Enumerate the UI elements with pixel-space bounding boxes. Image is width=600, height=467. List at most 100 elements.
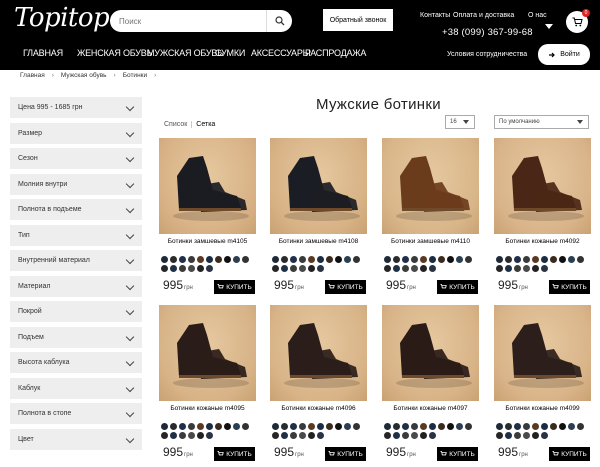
filter-type[interactable]: Тип <box>10 224 142 246</box>
color-swatch[interactable] <box>233 256 240 263</box>
product-card[interactable]: Ботинки замшевые m4105 995грн КУПИТЬ <box>159 138 256 298</box>
color-swatch[interactable] <box>541 432 548 439</box>
buy-button[interactable]: КУПИТЬ <box>214 447 255 461</box>
product-name[interactable]: Ботинки кожаные m4092 <box>494 238 591 248</box>
sort-select[interactable]: По умолчанию <box>494 115 589 129</box>
color-swatch[interactable] <box>317 256 324 263</box>
color-swatch[interactable] <box>514 423 521 430</box>
color-swatch[interactable] <box>559 256 566 263</box>
product-name[interactable]: Ботинки кожаные m4099 <box>494 405 591 415</box>
color-swatch[interactable] <box>242 423 249 430</box>
color-swatch[interactable] <box>179 265 186 272</box>
phone-number[interactable]: +38 (099) 367-99-68 <box>442 27 533 38</box>
color-swatch[interactable] <box>290 432 297 439</box>
color-swatch[interactable] <box>272 432 279 439</box>
color-swatch[interactable] <box>496 432 503 439</box>
color-swatch[interactable] <box>550 423 557 430</box>
product-photo[interactable] <box>159 305 256 401</box>
color-swatch[interactable] <box>420 256 427 263</box>
color-swatch[interactable] <box>206 256 213 263</box>
color-swatch[interactable] <box>308 265 315 272</box>
color-swatch[interactable] <box>206 265 213 272</box>
search-input[interactable] <box>110 10 266 32</box>
buy-button[interactable]: КУПИТЬ <box>549 447 590 461</box>
color-swatch[interactable] <box>523 265 530 272</box>
color-swatch[interactable] <box>197 265 204 272</box>
link-about[interactable]: О нас <box>528 12 547 19</box>
color-swatch[interactable] <box>326 256 333 263</box>
link-payment-delivery[interactable]: Оплата и доставка <box>453 12 514 19</box>
color-swatch[interactable] <box>465 423 472 430</box>
color-swatch[interactable] <box>326 423 333 430</box>
product-card[interactable]: Ботинки кожаные m4095 995грн КУПИТЬ <box>159 305 256 465</box>
color-swatch[interactable] <box>308 423 315 430</box>
color-swatch[interactable] <box>402 423 409 430</box>
buy-button[interactable]: КУПИТЬ <box>437 280 478 294</box>
color-swatch[interactable] <box>514 265 521 272</box>
product-photo[interactable] <box>159 138 256 234</box>
color-swatch[interactable] <box>541 265 548 272</box>
per-page-select[interactable]: 16 <box>445 115 475 129</box>
color-swatch[interactable] <box>447 423 454 430</box>
color-swatch[interactable] <box>402 256 409 263</box>
color-swatch[interactable] <box>532 265 539 272</box>
color-swatch[interactable] <box>170 265 177 272</box>
color-swatch[interactable] <box>577 256 584 263</box>
color-swatch[interactable] <box>188 432 195 439</box>
buy-button[interactable]: КУПИТЬ <box>214 280 255 294</box>
buy-button[interactable]: КУПИТЬ <box>437 447 478 461</box>
logo[interactable]: Topitop <box>14 3 110 33</box>
product-name[interactable]: Ботинки кожаные m4097 <box>382 405 479 415</box>
color-swatch[interactable] <box>523 256 530 263</box>
color-swatch[interactable] <box>215 256 222 263</box>
product-card[interactable]: Ботинки кожаные m4092 995грн КУПИТЬ <box>494 138 591 298</box>
color-swatch[interactable] <box>188 265 195 272</box>
color-swatch[interactable] <box>420 265 427 272</box>
color-swatch[interactable] <box>514 256 521 263</box>
color-swatch[interactable] <box>532 432 539 439</box>
color-swatch[interactable] <box>411 265 418 272</box>
color-swatch[interactable] <box>429 432 436 439</box>
color-swatch[interactable] <box>206 432 213 439</box>
color-swatch[interactable] <box>335 256 342 263</box>
color-swatch[interactable] <box>281 265 288 272</box>
color-swatch[interactable] <box>272 256 279 263</box>
color-swatch[interactable] <box>384 423 391 430</box>
view-grid-option[interactable]: Сетка <box>191 121 216 128</box>
color-swatch[interactable] <box>411 423 418 430</box>
partner-terms-link[interactable]: Условия сотрудничества <box>447 51 527 58</box>
color-swatch[interactable] <box>550 256 557 263</box>
filter-price[interactable]: Цена 995 - 1685 грн <box>10 97 142 118</box>
color-swatch[interactable] <box>161 256 168 263</box>
color-swatch[interactable] <box>384 265 391 272</box>
breadcrumb-boots[interactable]: Ботинки <box>123 72 147 79</box>
color-swatch[interactable] <box>317 265 324 272</box>
nav-accessories[interactable]: АКСЕССУАРЫ <box>251 48 311 58</box>
filter-zipper[interactable]: Молния внутри <box>10 173 142 195</box>
product-card[interactable]: Ботинки замшевые m4108 995грн КУПИТЬ <box>270 138 367 298</box>
buy-button[interactable]: КУПИТЬ <box>325 280 366 294</box>
color-swatch[interactable] <box>465 256 472 263</box>
color-swatch[interactable] <box>568 423 575 430</box>
color-swatch[interactable] <box>224 256 231 263</box>
nav-sale[interactable]: РАСПРОДАЖА <box>305 48 366 58</box>
color-swatch[interactable] <box>402 265 409 272</box>
color-swatch[interactable] <box>308 256 315 263</box>
color-swatch[interactable] <box>272 265 279 272</box>
color-swatch[interactable] <box>206 423 213 430</box>
color-swatch[interactable] <box>299 265 306 272</box>
color-swatch[interactable] <box>170 423 177 430</box>
product-photo[interactable] <box>382 305 479 401</box>
product-photo[interactable] <box>270 138 367 234</box>
nav-women-shoes[interactable]: ЖЕНСКАЯ ОБУВЬ <box>77 48 152 58</box>
color-swatch[interactable] <box>429 423 436 430</box>
color-swatch[interactable] <box>496 265 503 272</box>
color-swatch[interactable] <box>179 256 186 263</box>
login-button[interactable]: Войти <box>538 44 590 65</box>
product-card[interactable]: Ботинки замшевые m4110 995грн КУПИТЬ <box>382 138 479 298</box>
product-photo[interactable] <box>382 138 479 234</box>
color-swatch[interactable] <box>532 423 539 430</box>
color-swatch[interactable] <box>344 256 351 263</box>
color-swatch[interactable] <box>402 432 409 439</box>
link-contacts[interactable]: Контакты <box>420 12 450 19</box>
